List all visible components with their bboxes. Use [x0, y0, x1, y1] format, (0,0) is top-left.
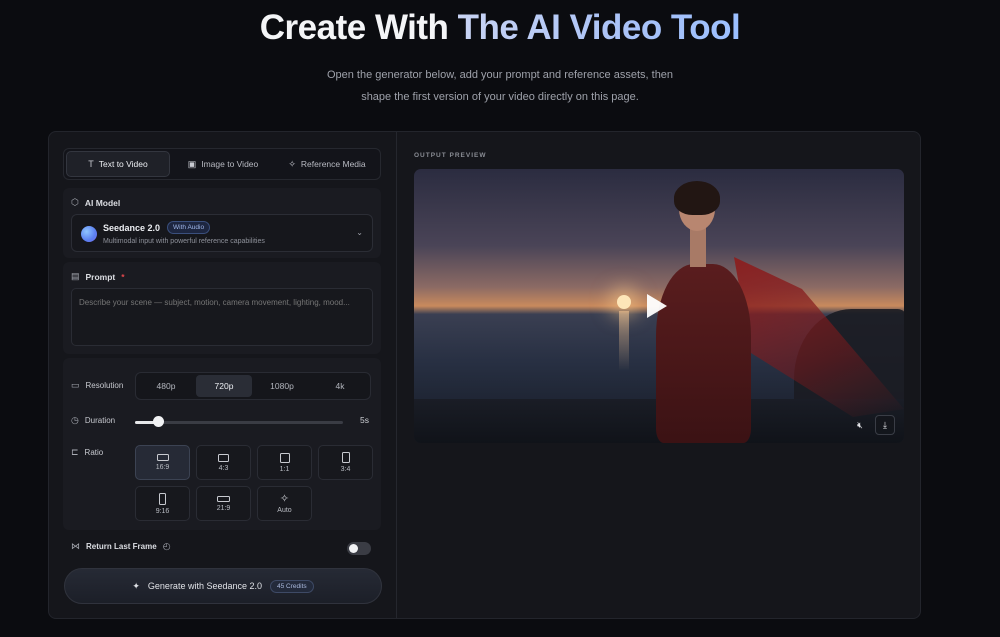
model-section-label: ⬡ AI Model [71, 197, 120, 208]
tab-image-to-video[interactable]: ▣ Image to Video [172, 151, 274, 177]
ratio-label: 4:3 [218, 464, 229, 472]
prompt-label: ▤ Prompt * [71, 271, 125, 282]
ratio-label: ⊏ Ratio [71, 447, 103, 458]
figure-neck [690, 227, 706, 267]
tab-label: Image to Video [201, 159, 259, 169]
prompt-input[interactable] [71, 288, 373, 346]
crop-icon: ⊏ [71, 447, 79, 457]
resolution-option-480p[interactable]: 480p [138, 375, 194, 397]
resolution-label-text: Resolution [85, 381, 124, 390]
ratio-option-21-9[interactable]: 21:9 [196, 486, 251, 521]
page-title: Create With The AI Video Tool [0, 8, 1000, 48]
ratio-shape-icon [341, 452, 350, 463]
sparkle-icon: ✦ [132, 580, 140, 591]
ratio-option-4-3[interactable]: 4:3 [196, 445, 251, 480]
video-settings-section: ▭ Resolution 480p 720p 1080p 4k ◷ Duration … [63, 358, 381, 530]
mute-icon[interactable]: 🔇︎ [850, 415, 870, 435]
output-preview-label: OUTPUT PREVIEW [414, 152, 487, 159]
model-description: Multimodal input with powerful reference… [103, 238, 265, 245]
resolution-option-720p[interactable]: 720p [196, 375, 252, 397]
frame-icon: ⋈ [71, 541, 80, 551]
resolution-option-4k[interactable]: 4k [312, 375, 368, 397]
generate-button[interactable]: ✦ Generate with Seedance 2.0 45 Credits [64, 568, 382, 604]
tab-label: Reference Media [300, 159, 366, 169]
ratio-label: 16:9 [155, 464, 170, 471]
ratio-option-9-16[interactable]: 9:16 [135, 486, 190, 521]
page-title-plain: Create With [259, 8, 458, 47]
text-icon: T [88, 159, 94, 169]
ratio-label: 9:16 [155, 507, 170, 515]
tab-reference-media[interactable]: ✧ Reference Media [276, 151, 378, 177]
last-frame-row: ⋈ Return Last Frame ◴ [63, 534, 381, 558]
duration-label: ◷ Duration [71, 415, 115, 426]
sun-reflection [619, 311, 629, 371]
credits-badge: 45 Credits [270, 579, 314, 593]
ratio-label: 1:1 [279, 465, 290, 473]
subtitle-line-2: shape the first version of your video di… [361, 91, 639, 103]
duration-slider[interactable] [135, 416, 343, 427]
model-label-text: AI Model [84, 197, 121, 208]
ratio-label-text: Ratio [84, 448, 104, 457]
ratio-option-16-9[interactable]: 16:9 [135, 445, 190, 480]
ratio-shape-icon [279, 452, 290, 463]
duration-value: 5s [360, 415, 369, 425]
ratio-shape-icon [159, 492, 166, 505]
model-section: ⬡ AI Model Seedance 2.0 With Audio Multi… [63, 188, 381, 258]
last-frame-label: ⋈ Return Last Frame ◴ [71, 541, 171, 552]
last-frame-toggle[interactable] [347, 542, 371, 555]
duration-slider-handle[interactable] [152, 416, 164, 427]
ratio-shape-icon [218, 453, 229, 462]
download-icon[interactable]: ⤓ [875, 415, 895, 435]
ratio-label: 21:9 [216, 504, 231, 512]
duration-label-text: Duration [84, 416, 116, 425]
clock-icon: ◷ [71, 415, 79, 425]
monitor-icon: ▭ [71, 380, 80, 390]
figure-dress [656, 264, 751, 443]
ratio-shape-icon [217, 495, 230, 502]
resolution-options: 480p 720p 1080p 4k [135, 372, 371, 400]
ratio-option-auto[interactable]: ✧ Auto [257, 486, 312, 521]
sparkle-icon: ✧ [288, 158, 296, 169]
model-logo-icon [81, 226, 97, 242]
tab-text-to-video[interactable]: T Text to Video [66, 151, 170, 177]
generate-label: Generate with Seedance 2.0 [147, 581, 262, 591]
settings-panel: T Text to Video ▣ Image to Video ✧ Refer… [49, 132, 397, 618]
auto-sparkle-icon: ✧ [279, 492, 290, 505]
ratio-label: Auto [277, 506, 292, 514]
prompt-label-text: Prompt [85, 271, 116, 282]
ratio-option-3-4[interactable]: 3:4 [318, 445, 373, 480]
sun-graphic [617, 295, 631, 309]
last-frame-label-text: Return Last Frame [86, 542, 157, 551]
document-icon: ▤ [71, 271, 80, 281]
required-mark: * [121, 271, 125, 282]
video-preview[interactable]: 🔇︎ ⤓ [414, 169, 904, 443]
toggle-knob [349, 544, 358, 553]
info-clock-icon: ◴ [162, 541, 171, 551]
model-select[interactable]: Seedance 2.0 With Audio Multimodal input… [71, 214, 373, 252]
model-name: Seedance 2.0 [103, 223, 161, 233]
resolution-label: ▭ Resolution [71, 380, 123, 391]
ratio-label: 3:4 [340, 466, 351, 473]
chevron-down-icon: ⌄ [356, 228, 363, 237]
page-title-accent: The AI Video Tool [457, 8, 741, 47]
cube-icon: ⬡ [71, 197, 79, 207]
generator-card: T Text to Video ▣ Image to Video ✧ Refer… [48, 131, 921, 619]
ratio-shape-icon [156, 454, 169, 461]
page-subtitle: Open the generator below, add your promp… [270, 64, 730, 108]
play-icon[interactable] [647, 294, 667, 318]
prompt-section: ▤ Prompt * [63, 262, 381, 354]
subtitle-line-1: Open the generator below, add your promp… [326, 69, 674, 81]
figure-hair [674, 181, 720, 215]
resolution-option-1080p[interactable]: 1080p [254, 375, 310, 397]
ratio-option-1-1[interactable]: 1:1 [257, 445, 312, 480]
mode-tabs: T Text to Video ▣ Image to Video ✧ Refer… [63, 148, 381, 180]
tab-label: Text to Video [98, 159, 148, 169]
audio-badge: With Audio [167, 221, 211, 234]
image-icon: ▣ [187, 158, 197, 169]
